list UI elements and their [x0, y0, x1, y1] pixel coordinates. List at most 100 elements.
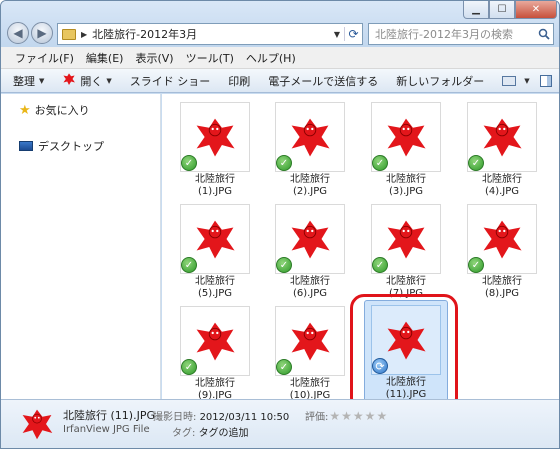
- irfanview-icon: [291, 322, 330, 361]
- date-taken-label: 撮影日時:: [153, 412, 197, 423]
- sync-ok-icon: ✓: [181, 155, 197, 171]
- sync-ok-icon: ✓: [468, 257, 484, 273]
- file-item[interactable]: ✓ 北陸旅行 (10).JPG: [268, 302, 352, 402]
- search-box[interactable]: 北陸旅行-2012年3月の検索: [368, 23, 554, 45]
- file-thumbnail: ✓: [371, 102, 441, 172]
- details-tags: タグ: タグの追加: [172, 424, 249, 439]
- menu-view[interactable]: 表示(V): [129, 50, 179, 66]
- irfanview-icon: [196, 220, 235, 259]
- address-dropdown-icon[interactable]: ▼: [330, 30, 344, 39]
- details-pane: 北陸旅行 (11).JPG IrfanView JPG File 撮影日時: 2…: [1, 399, 559, 448]
- irfanview-icon: [483, 220, 522, 259]
- star-icon: ★: [19, 102, 31, 118]
- minimize-button[interactable]: ▁: [463, 1, 489, 19]
- sync-ok-icon: ✓: [468, 155, 484, 171]
- slideshow-button[interactable]: スライド ショー: [130, 73, 211, 89]
- file-item[interactable]: ✓ 北陸旅行 (8).JPG: [460, 200, 544, 300]
- file-thumbnail: ✓: [371, 204, 441, 274]
- irfanview-icon: [196, 322, 235, 361]
- rating-star-icon[interactable]: ★: [353, 409, 364, 423]
- irfanview-icon: [62, 72, 76, 89]
- date-taken-value: 2012/03/11 10:50: [199, 412, 290, 423]
- slideshow-label: スライド ショー: [129, 74, 211, 88]
- email-button[interactable]: 電子メールで送信する: [268, 73, 378, 89]
- highlight-annotation: [350, 294, 458, 412]
- sync-ok-icon: ✓: [372, 257, 388, 273]
- forward-arrow-icon: ▶: [37, 26, 47, 40]
- file-thumbnail: ✓: [180, 306, 250, 376]
- irfanview-icon: [291, 118, 330, 157]
- minimize-icon: ▁: [472, 4, 480, 15]
- file-item[interactable]: ✓ 北陸旅行 (3).JPG: [364, 98, 448, 198]
- menu-help[interactable]: ヘルプ(H): [240, 50, 302, 66]
- breadcrumb-arrow-icon[interactable]: ▶: [81, 30, 87, 39]
- file-item[interactable]: ✓ 北陸旅行 (9).JPG: [173, 302, 257, 402]
- menu-bar: ファイル(F) 編集(E) 表示(V) ツール(T) ヘルプ(H): [1, 47, 559, 69]
- view-icon: [502, 75, 517, 86]
- file-thumbnail: ✓: [467, 204, 537, 274]
- address-bar[interactable]: ▶ 北陸旅行-2012年3月 ▼ ⟳: [57, 23, 363, 45]
- irfanview-icon: [22, 409, 53, 440]
- sync-ok-icon: ✓: [181, 257, 197, 273]
- title-bar: ▁ ☐ ✕ ◀ ▶ ▼ ▶ 北陸旅行-2012年3月 ▼ ⟳: [1, 1, 559, 47]
- file-item[interactable]: ✓ 北陸旅行 (1).JPG: [173, 98, 257, 198]
- details-thumbnail: [19, 406, 55, 445]
- open-button[interactable]: 開く ▼: [62, 72, 112, 89]
- file-name: 北陸旅行 (1).JPG: [195, 174, 235, 197]
- organize-button[interactable]: 整理 ▼: [13, 73, 44, 89]
- file-thumbnail: ✓: [275, 306, 345, 376]
- rating-star-icon[interactable]: ★: [341, 409, 352, 423]
- details-file-name: 北陸旅行 (11).JPG: [63, 409, 155, 422]
- details-file-type: IrfanView JPG File: [63, 424, 150, 435]
- chevron-down-icon: ▼: [524, 76, 530, 85]
- close-button[interactable]: ✕: [515, 1, 557, 19]
- print-button[interactable]: 印刷: [228, 73, 250, 89]
- new-folder-label: 新しいフォルダー: [396, 74, 485, 88]
- search-icon[interactable]: [535, 24, 553, 44]
- rating-label: 評価:: [305, 412, 329, 423]
- menu-edit[interactable]: 編集(E): [80, 50, 130, 66]
- tags-value[interactable]: タグの追加: [199, 428, 249, 439]
- nav-item-desktop[interactable]: デスクトップ: [19, 138, 104, 154]
- menu-file[interactable]: ファイル(F): [9, 50, 80, 66]
- rating-star-icon[interactable]: ★: [365, 409, 376, 423]
- file-name: 北陸旅行 (8).JPG: [482, 276, 522, 299]
- file-item[interactable]: ✓ 北陸旅行 (2).JPG: [268, 98, 352, 198]
- menu-tools[interactable]: ツール(T): [180, 50, 240, 66]
- file-item[interactable]: ✓ 北陸旅行 (4).JPG: [460, 98, 544, 198]
- file-item[interactable]: ✓ 北陸旅行 (5).JPG: [173, 200, 257, 300]
- file-thumbnail: ✓: [467, 102, 537, 172]
- folder-icon: [62, 28, 76, 40]
- file-item[interactable]: ✓ 北陸旅行 (6).JPG: [268, 200, 352, 300]
- chevron-down-icon: ▼: [106, 76, 112, 85]
- file-name: 北陸旅行 (4).JPG: [482, 174, 522, 197]
- sync-ok-icon: ✓: [276, 155, 292, 171]
- file-item[interactable]: ✓ 北陸旅行 (7).JPG: [364, 200, 448, 300]
- back-button[interactable]: ◀: [7, 22, 29, 44]
- rating-star-icon[interactable]: ★: [329, 409, 340, 423]
- view-options-button[interactable]: ▼: [502, 75, 530, 86]
- refresh-icon[interactable]: ⟳: [344, 27, 362, 41]
- irfanview-icon: [196, 118, 235, 157]
- search-input[interactable]: 北陸旅行-2012年3月の検索: [375, 26, 535, 42]
- file-thumbnail: ✓: [180, 204, 250, 274]
- file-name: 北陸旅行 (6).JPG: [290, 276, 330, 299]
- file-name: 北陸旅行 (3).JPG: [386, 174, 426, 197]
- organize-label: 整理: [13, 74, 35, 88]
- details-date-taken: 撮影日時: 2012/03/11 10:50: [153, 408, 289, 423]
- address-path[interactable]: 北陸旅行-2012年3月: [92, 26, 330, 42]
- irfanview-icon: [291, 220, 330, 259]
- preview-pane-icon[interactable]: [539, 74, 552, 87]
- print-label: 印刷: [228, 74, 251, 88]
- desktop-icon: [19, 141, 33, 151]
- open-label: 開く: [80, 74, 103, 88]
- irfanview-icon: [387, 118, 426, 157]
- nav-item-favorites[interactable]: ★ お気に入り: [19, 102, 90, 118]
- nav-item-label: お気に入り: [34, 104, 90, 117]
- navigation-buttons: ◀ ▶ ▼: [7, 22, 63, 44]
- rating-star-icon[interactable]: ★: [376, 409, 387, 423]
- irfanview-icon: [387, 220, 426, 259]
- maximize-button[interactable]: ☐: [489, 1, 515, 19]
- forward-button[interactable]: ▶: [31, 22, 53, 44]
- new-folder-button[interactable]: 新しいフォルダー: [396, 73, 484, 89]
